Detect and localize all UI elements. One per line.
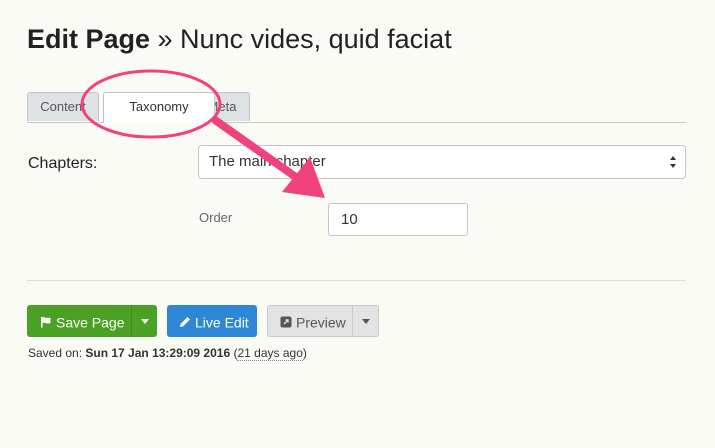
pencil-icon bbox=[180, 317, 190, 328]
page-title-name: » Nunc vides, quid faciat bbox=[150, 24, 452, 54]
save-page-button[interactable]: Save Page bbox=[27, 305, 131, 337]
chevron-down-icon bbox=[361, 319, 370, 324]
order-input[interactable]: 10 bbox=[328, 203, 468, 236]
page-title: Edit Page » Nunc vides, quid faciat bbox=[27, 22, 452, 56]
chapters-select-value: The main chapter bbox=[209, 153, 326, 170]
live-edit-label: Live Edit bbox=[195, 314, 249, 331]
page-title-prefix: Edit Page bbox=[27, 24, 151, 54]
chapters-label: Chapters: bbox=[28, 155, 98, 172]
saved-prefix: Saved on: bbox=[28, 346, 86, 360]
saved-ago: 21 days ago bbox=[237, 346, 303, 361]
chevron-down-icon bbox=[140, 319, 149, 324]
saved-date: Sun 17 Jan 13:29:09 2016 bbox=[85, 346, 231, 360]
live-edit-button[interactable]: Live Edit bbox=[167, 305, 257, 337]
preview-label: Preview bbox=[296, 314, 346, 331]
select-arrows-icon bbox=[670, 156, 676, 168]
chapters-select[interactable]: The main chapter bbox=[198, 145, 686, 179]
flag-icon bbox=[41, 317, 51, 328]
saved-close-paren: ) bbox=[302, 346, 307, 360]
tab-content[interactable]: Content bbox=[27, 92, 99, 121]
external-link-icon bbox=[280, 316, 292, 328]
saved-status: Saved on: Sun 17 Jan 13:29:09 2016 (21 d… bbox=[28, 346, 307, 361]
divider bbox=[27, 280, 686, 281]
save-options-button[interactable] bbox=[131, 305, 157, 337]
preview-options-button[interactable] bbox=[352, 305, 379, 337]
tab-taxonomy[interactable]: Taxonomy bbox=[103, 92, 215, 123]
preview-button[interactable]: Preview bbox=[267, 305, 353, 337]
save-page-label: Save Page bbox=[56, 314, 125, 331]
tab-bar: Content Meta Taxonomy bbox=[27, 92, 686, 123]
order-label: Order bbox=[199, 210, 233, 225]
